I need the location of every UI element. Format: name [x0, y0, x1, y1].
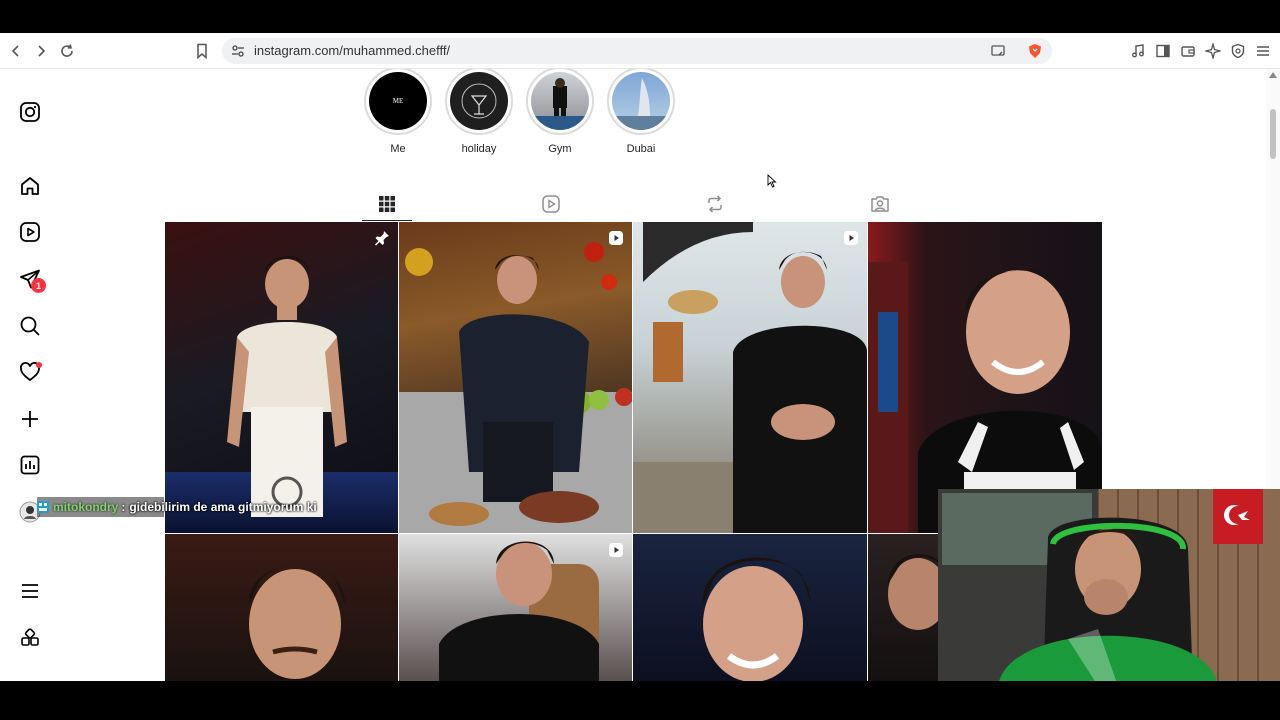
- highlight-gym[interactable]: Gym: [526, 69, 594, 155]
- highlight-label: Gym: [548, 143, 572, 155]
- post-image-chef-cooking: [439, 541, 599, 681]
- back-icon[interactable]: [4, 39, 28, 63]
- wallet-icon[interactable]: [1176, 39, 1200, 63]
- post-image-chef-closeup: [248, 564, 345, 679]
- leo-ai-icon[interactable]: [1201, 39, 1225, 63]
- browser-toolbar: instagram.com/muhammed.chefff/: [0, 33, 1280, 69]
- highlight-ring: ME: [364, 69, 432, 135]
- reel-indicator-icon: [609, 543, 623, 557]
- post-image-chef-laughing: [702, 557, 811, 681]
- vpn-icon[interactable]: [1226, 39, 1250, 63]
- highlight-me[interactable]: ME Me: [364, 69, 432, 155]
- repost-icon: [708, 195, 722, 213]
- tab-reposts[interactable]: [690, 187, 740, 221]
- reels-tab-icon: [542, 195, 560, 213]
- dashboard-icon[interactable]: [18, 453, 42, 477]
- letterbox-bar: [0, 681, 1280, 720]
- highlight-cover: ME: [369, 72, 427, 130]
- post-tile[interactable]: [868, 222, 1102, 533]
- tab-reels[interactable]: [526, 187, 576, 221]
- webcam-feed-image: [938, 489, 1280, 686]
- highlight-cover-text: ME: [392, 97, 404, 105]
- post-tile[interactable]: [165, 534, 398, 681]
- address-bar[interactable]: instagram.com/muhammed.chefff/: [222, 38, 1052, 64]
- post-tile[interactable]: [399, 534, 632, 681]
- cast-icon[interactable]: [990, 43, 1006, 64]
- stream-chat-message: mitokondry : gidebilirim de ama gitmiyor…: [37, 497, 317, 517]
- notification-dot: [36, 362, 42, 368]
- post-tile[interactable]: [633, 222, 867, 533]
- create-icon[interactable]: [18, 407, 42, 431]
- highlight-label: holiday: [461, 143, 497, 155]
- home-icon[interactable]: [18, 174, 42, 198]
- highlight-label: Dubai: [626, 143, 656, 155]
- reel-indicator-icon: [844, 231, 858, 245]
- site-settings-icon[interactable]: [230, 43, 246, 64]
- scroll-up-icon: [1269, 72, 1277, 78]
- pinned-icon: [375, 231, 389, 246]
- chat-badge-icon: [37, 501, 49, 513]
- browser-menu-icon[interactable]: [1251, 39, 1275, 63]
- sidebar: 1: [0, 69, 62, 681]
- highlight-ring: [607, 69, 675, 135]
- tab-posts[interactable]: [362, 187, 412, 221]
- search-icon[interactable]: [18, 314, 42, 338]
- forward-icon[interactable]: [29, 39, 53, 63]
- post-tile[interactable]: [165, 222, 398, 533]
- mouse-cursor-icon: [767, 174, 777, 188]
- post-tile[interactable]: [633, 534, 867, 681]
- brave-shields-icon[interactable]: [1027, 43, 1043, 64]
- highlight-cover: [531, 72, 589, 130]
- url-text: instagram.com/muhammed.chefff/: [254, 43, 451, 58]
- reload-icon[interactable]: [55, 39, 79, 63]
- music-icon[interactable]: [1126, 39, 1150, 63]
- instagram-logo-icon[interactable]: [18, 100, 42, 124]
- highlight-ring: [526, 69, 594, 135]
- sidebar-toggle-icon[interactable]: [1151, 39, 1175, 63]
- grid-icon: [379, 195, 395, 212]
- highlight-cover: [612, 72, 670, 130]
- post-image-chef-restaurant: [633, 222, 867, 533]
- menu-icon[interactable]: [18, 579, 42, 603]
- highlight-ring: [445, 69, 513, 135]
- also-from-meta-icon[interactable]: [18, 626, 42, 650]
- highlight-label: Me: [390, 143, 406, 155]
- chat-separator: :: [121, 500, 126, 514]
- tagged-icon: [871, 196, 889, 212]
- screen: instagram.com/muhammed.chefff/ 1 ME Me h…: [0, 0, 1280, 720]
- reel-indicator-icon: [609, 231, 623, 245]
- post-image-chef-smiling: [868, 262, 1102, 533]
- messages-badge: 1: [31, 278, 46, 293]
- bookmark-icon[interactable]: [190, 39, 214, 63]
- reels-icon[interactable]: [18, 220, 42, 244]
- scroll-thumb[interactable]: [1270, 109, 1276, 159]
- post-image-chef-kitchen: [399, 242, 632, 533]
- highlight-holiday[interactable]: holiday: [445, 69, 513, 155]
- post-tile[interactable]: [399, 222, 632, 533]
- streamer-webcam: [938, 489, 1280, 686]
- post-image-chef: [227, 256, 347, 517]
- chat-username: mitokondry: [53, 500, 119, 514]
- highlight-cover: [450, 72, 508, 130]
- chat-message-text: gidebilirim de ama gitmiyorum ki: [129, 500, 317, 514]
- tab-tagged[interactable]: [855, 187, 905, 221]
- highlight-dubai[interactable]: Dubai: [607, 69, 675, 155]
